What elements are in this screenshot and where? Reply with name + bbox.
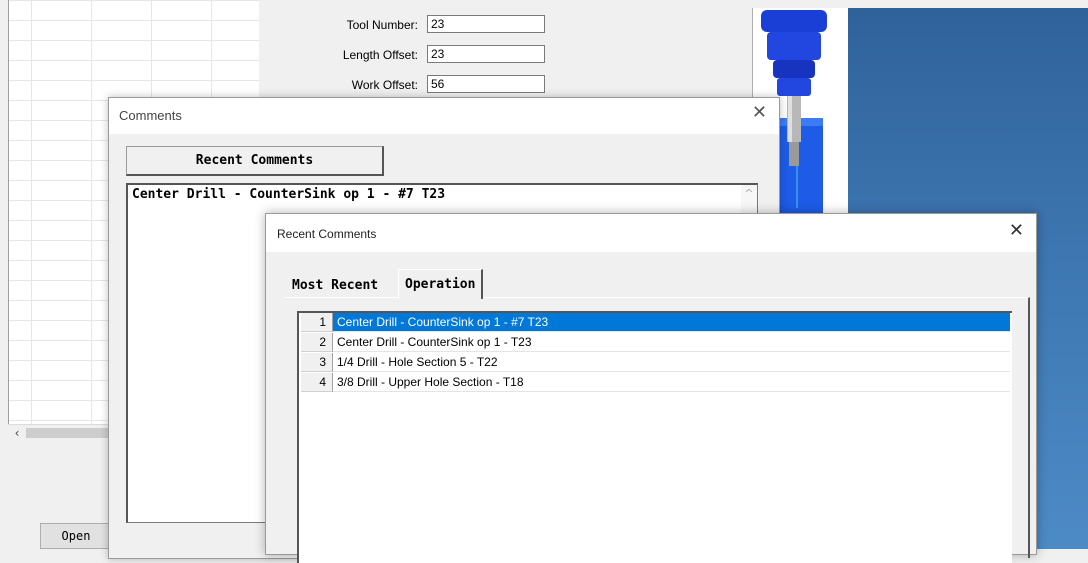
tool-number-label: Tool Number: — [346, 18, 418, 32]
recent-close-icon[interactable]: ✕ — [1009, 220, 1024, 241]
row-text[interactable]: Center Drill - CounterSink op 1 - T23 — [333, 333, 1010, 352]
scroll-left-icon[interactable]: ‹ — [10, 425, 24, 441]
scroll-up-icon[interactable]: ^ — [741, 187, 757, 200]
tab-operation[interactable]: Operation — [398, 269, 484, 299]
tool-number-field[interactable]: 23 — [427, 15, 545, 33]
comments-close-icon[interactable]: ✕ — [752, 102, 767, 123]
list-row[interactable]: 4 3/8 Drill - Upper Hole Section - T18 — [301, 373, 1010, 392]
comments-dialog-title: Comments — [119, 108, 182, 123]
row-text[interactable]: 1/4 Drill - Hole Section 5 - T22 — [333, 353, 1010, 372]
recent-comments-button[interactable]: Recent Comments — [126, 146, 384, 176]
recent-comments-title: Recent Comments — [277, 227, 377, 241]
work-offset-label: Work Offset: — [351, 78, 418, 92]
row-text[interactable]: Center Drill - CounterSink op 1 - #7 T23 — [333, 313, 1010, 332]
row-number: 2 — [301, 333, 333, 352]
row-number: 3 — [301, 353, 333, 372]
work-offset-field[interactable]: 56 — [427, 75, 545, 93]
recent-comments-dialog: Recent Comments ✕ Most Recent Operation … — [265, 213, 1037, 563]
scroll-thumb[interactable] — [26, 428, 112, 438]
length-offset-label: Length Offset: — [342, 48, 418, 62]
list-row[interactable]: 1 Center Drill - CounterSink op 1 - #7 T… — [301, 313, 1010, 332]
tab-most-recent[interactable]: Most Recent — [286, 272, 384, 298]
length-offset-field[interactable]: 23 — [427, 45, 545, 63]
recent-comments-titlebar: Recent Comments ✕ — [266, 214, 1036, 252]
comment-text-value: Center Drill - CounterSink op 1 - #7 T23 — [132, 187, 446, 202]
row-number: 1 — [301, 313, 333, 332]
open-button[interactable]: Open — [40, 523, 112, 549]
operation-comments-list[interactable]: 1 Center Drill - CounterSink op 1 - #7 T… — [297, 311, 1012, 563]
list-row[interactable]: 2 Center Drill - CounterSink op 1 - T23 — [301, 333, 1010, 352]
row-number: 4 — [301, 373, 333, 392]
list-row[interactable]: 3 1/4 Drill - Hole Section 5 - T22 — [301, 353, 1010, 372]
row-text[interactable]: 3/8 Drill - Upper Hole Section - T18 — [333, 373, 1010, 392]
